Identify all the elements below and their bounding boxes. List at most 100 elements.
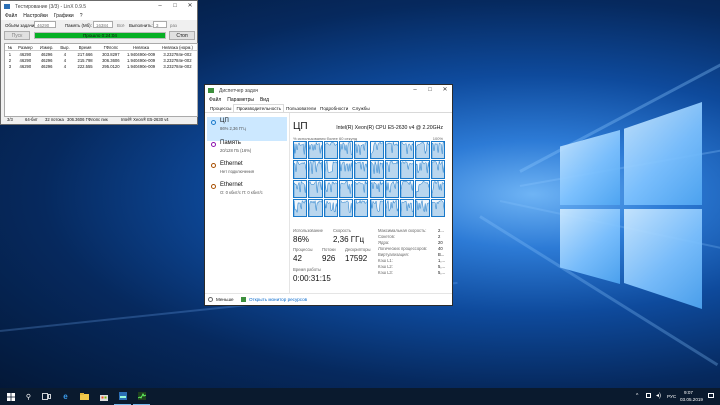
linx-icon[interactable] bbox=[114, 388, 131, 405]
info-label: Виртуализация: bbox=[378, 252, 409, 257]
sidebar-item-label: Ethernet bbox=[220, 182, 243, 188]
taskmgr-menubar: Файл Параметры Вид bbox=[205, 96, 452, 104]
cpu-core-graph bbox=[384, 141, 400, 160]
cpu-core-graph bbox=[415, 160, 430, 179]
status-peak: 306.3606 ГФлопс пик bbox=[67, 117, 108, 122]
cpu-core-graph bbox=[369, 198, 384, 217]
taskmgr-footer: Меньше Открыть монитор ресурсов bbox=[205, 293, 452, 306]
sidebar-item-label: ЦП bbox=[220, 118, 229, 124]
minimize-icon[interactable]: – bbox=[153, 1, 167, 12]
resource-monitor-link[interactable]: Открыть монитор ресурсов bbox=[249, 297, 307, 302]
menu-view[interactable]: Вид bbox=[260, 97, 269, 103]
tab-services[interactable]: Службы bbox=[350, 105, 371, 112]
menu-file[interactable]: Файл bbox=[5, 13, 17, 19]
tab-details[interactable]: Подробности bbox=[318, 105, 350, 112]
cpu-core-graph bbox=[415, 198, 430, 217]
info-value: 40 bbox=[438, 246, 443, 251]
menu-options[interactable]: Параметры bbox=[227, 97, 254, 103]
taskmgr-icon[interactable] bbox=[133, 388, 150, 405]
minimize-icon[interactable]: – bbox=[408, 85, 422, 96]
cpu-core-graph bbox=[338, 160, 354, 179]
edge-icon[interactable]: e bbox=[57, 388, 74, 405]
cell: 3.232784e-002 bbox=[163, 63, 192, 69]
info-label: Ядра: bbox=[378, 240, 390, 245]
clock-time[interactable]: 9:07 bbox=[684, 390, 693, 395]
problem-size-field[interactable]: 46290 bbox=[34, 21, 56, 28]
fewer-details-link[interactable]: Меньше bbox=[216, 297, 234, 302]
cpu-core-graph bbox=[308, 179, 323, 198]
cpu-name: Intel(R) Xeon(R) CPU E5-2630 v4 @ 2.20GH… bbox=[336, 125, 443, 131]
uptime-value: 0:00:31:15 bbox=[293, 274, 331, 283]
menu-file[interactable]: Файл bbox=[209, 97, 221, 103]
progress-bar: Прошло 0:24:04 bbox=[34, 32, 166, 39]
cpu-core-graph bbox=[338, 141, 354, 160]
clock-date[interactable]: 03.05.2019 bbox=[680, 397, 703, 402]
start-button[interactable]: Пуск bbox=[4, 31, 30, 40]
problem-size-label: Объём задачи: bbox=[5, 23, 36, 28]
speed-label: Скорость bbox=[333, 228, 352, 233]
usage-label: Использование bbox=[293, 228, 323, 233]
menu-settings[interactable]: Настройки bbox=[23, 13, 48, 19]
cpu-core-graph bbox=[354, 198, 369, 217]
start-icon[interactable] bbox=[2, 388, 19, 405]
cpu-indicator-icon bbox=[211, 120, 216, 125]
explorer-icon[interactable] bbox=[76, 388, 93, 405]
taskmgr-title: Диспетчер задач bbox=[219, 87, 259, 94]
volume-icon[interactable]: ◂) bbox=[656, 392, 661, 399]
cpu-core-graph bbox=[293, 198, 308, 217]
linx-titlebar: Тестирование (3/3) - LinX 0.9.5 – □ ✕ bbox=[1, 1, 197, 12]
menu-graphs[interactable]: Графики bbox=[54, 13, 74, 19]
windows-logo-pane-tr bbox=[624, 102, 702, 205]
cpu-core-graphs bbox=[293, 141, 445, 217]
info-value: В... bbox=[438, 252, 445, 257]
taskmgr-app-icon bbox=[208, 88, 214, 93]
taskmgr-tabs: Процессы Производительность Пользователи… bbox=[205, 104, 452, 113]
cpu-core-graph bbox=[338, 179, 354, 198]
cpu-core-graph bbox=[369, 160, 384, 179]
keyboard-language[interactable]: РУС bbox=[667, 394, 676, 399]
sidebar-item-sub: Нет подключения bbox=[220, 169, 255, 174]
memory-indicator-icon bbox=[211, 142, 216, 147]
close-icon[interactable]: ✕ bbox=[438, 85, 452, 96]
memory-field[interactable]: 16384 bbox=[93, 21, 113, 28]
memory-all-checkbox[interactable]: Всё bbox=[117, 23, 125, 28]
notifications-icon[interactable] bbox=[708, 393, 714, 398]
menu-help[interactable]: ? bbox=[80, 13, 83, 19]
maximize-icon[interactable]: □ bbox=[168, 1, 182, 12]
cpu-core-graph bbox=[400, 160, 415, 179]
linx-statusbar: 3/3 64-бит 32 потока 306.3606 ГФлопс пик… bbox=[1, 116, 197, 124]
cpu-core-graph bbox=[354, 179, 369, 198]
ethernet-indicator-icon bbox=[211, 163, 216, 168]
network-icon[interactable] bbox=[646, 393, 651, 398]
cpu-core-graph bbox=[415, 179, 430, 198]
cpu-core-graph bbox=[400, 141, 415, 160]
cell: 3.232784e-002 bbox=[163, 51, 192, 57]
close-icon[interactable]: ✕ bbox=[183, 1, 197, 12]
tab-processes[interactable]: Процессы bbox=[208, 105, 233, 112]
tray-chevron-icon[interactable]: ^ bbox=[636, 393, 638, 399]
cpu-core-graph bbox=[323, 160, 338, 179]
search-icon[interactable]: ⚲ bbox=[20, 388, 37, 405]
windows-logo-pane-tl bbox=[560, 130, 620, 205]
info-value: 2 bbox=[438, 234, 441, 239]
task-view-icon[interactable] bbox=[38, 388, 55, 405]
tab-performance[interactable]: Производительность bbox=[233, 104, 285, 112]
sidebar-item-ethernet-2[interactable]: Ethernet О: 0 кбит/с П: 0 кбит/с bbox=[207, 181, 287, 205]
cpu-core-graph bbox=[369, 141, 384, 160]
stop-button[interactable]: Стоп bbox=[169, 31, 195, 40]
memory-label: Память (Мб): bbox=[65, 23, 92, 28]
maximize-icon[interactable]: □ bbox=[423, 85, 437, 96]
cpu-core-graph bbox=[308, 160, 323, 179]
table-row[interactable]: 3 46290 46296 4 222.555 295.0120 1.94049… bbox=[5, 63, 197, 69]
cpu-core-graph bbox=[293, 160, 308, 179]
cpu-core-graph bbox=[293, 141, 308, 160]
handles-label: Дескрипторы bbox=[345, 247, 371, 252]
tab-users[interactable]: Пользователи bbox=[284, 105, 318, 112]
status-cpu: Intel® Xeon® E5-2630 v4 bbox=[121, 117, 169, 122]
store-icon[interactable] bbox=[95, 388, 112, 405]
sidebar-item-cpu[interactable]: ЦП 86% 2,36 ГГц bbox=[207, 117, 287, 141]
taskbar: ⚲ e ^ ◂) РУС 9:07 03.05.2019 bbox=[0, 388, 720, 405]
fewer-details-icon[interactable] bbox=[208, 297, 213, 302]
perf-sidebar: ЦП 86% 2,36 ГГц Память 20/128 ГБ (16%) E… bbox=[205, 113, 290, 293]
runs-field[interactable]: 3 bbox=[153, 21, 167, 28]
